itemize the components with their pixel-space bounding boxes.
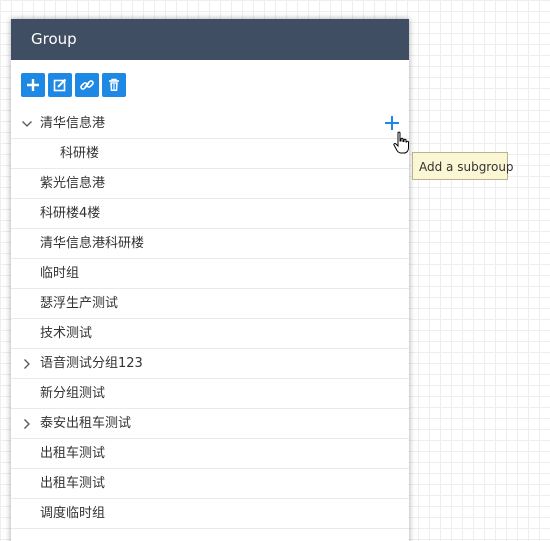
tree-item[interactable]: 语音测试分组123 [11,349,409,379]
tree-item[interactable]: 清华信息港科研楼 [11,229,409,259]
tree-item-label: 出租车测试 [40,476,106,491]
tree-item-label: 紫光信息港 [40,176,106,191]
tree-item[interactable]: 调度临时组 [11,499,409,529]
tree-item-label: 语音测试分组123 [40,356,143,371]
tree-item-label: 瑟浮生产测试 [40,296,119,311]
delete-group-button[interactable] [102,72,126,97]
add-subgroup-tooltip: Add a subgroup [412,152,514,180]
link-group-button[interactable] [75,72,99,97]
tree-item-label: 泰安出租车测试 [40,416,132,431]
tree-item[interactable]: 出租车测试 [11,469,409,499]
group-toolbar [11,60,409,109]
tree-item[interactable]: 技术测试 [11,319,409,349]
tree-item-label: 临时组 [40,266,80,281]
tree-item[interactable]: 清华信息港 [11,109,409,139]
add-subgroup-icon[interactable] [384,115,400,131]
group-tree: 清华信息港 科研楼 紫光信息港 科研楼4楼 清华信息港科研楼 临时组 瑟浮生产测… [11,109,409,529]
chevron-down-icon[interactable] [21,118,33,130]
tree-item-label: 新分组测试 [40,386,106,401]
chevron-right-icon[interactable] [21,358,33,370]
tree-item[interactable]: 紫光信息港 [11,169,409,199]
edit-icon [53,78,67,91]
tree-item[interactable]: 出租车测试 [11,439,409,469]
plus-icon [27,78,39,91]
tree-item[interactable]: 泰安出租车测试 [11,409,409,439]
tree-item-label: 技术测试 [40,326,93,341]
link-icon [80,79,94,90]
tree-item[interactable]: 瑟浮生产测试 [11,289,409,319]
trash-icon [109,78,119,91]
tree-item-label: 科研楼 [60,146,100,161]
add-group-button[interactable] [21,72,45,97]
tree-item-label: 清华信息港科研楼 [40,236,145,251]
tree-item-label: 科研楼4楼 [40,206,101,221]
tree-item[interactable]: 临时组 [11,259,409,289]
tree-item-label: 调度临时组 [40,506,106,521]
tree-item[interactable]: 科研楼4楼 [11,199,409,229]
tree-item[interactable]: 新分组测试 [11,379,409,409]
tree-item-label: 清华信息港 [40,116,106,131]
edit-group-button[interactable] [48,72,72,97]
panel-title: Group [11,19,409,60]
tree-item-label: 出租车测试 [40,446,106,461]
chevron-right-icon[interactable] [21,418,33,430]
group-panel: Group 清华信息港 科研楼 紫光信息港 科研楼4楼 清华信息港科研楼 临时组… [11,19,409,541]
tree-item[interactable]: 科研楼 [11,139,409,169]
hand-cursor-icon [393,131,409,154]
